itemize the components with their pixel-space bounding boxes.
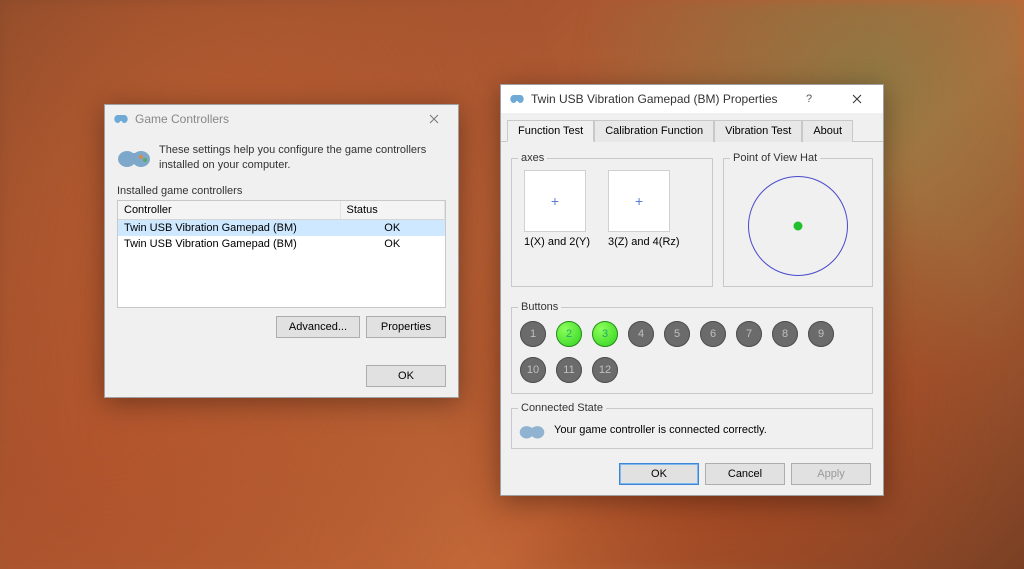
gamepad-large-icon [117, 143, 151, 169]
axes-xy: + 1(X) and 2(Y) [524, 170, 590, 248]
cancel-button[interactable]: Cancel [705, 463, 785, 485]
controller-button-3: 3 [592, 321, 618, 347]
controller-button-8: 8 [772, 321, 798, 347]
advanced-button[interactable]: Advanced... [276, 316, 360, 338]
window-title: Game Controllers [135, 112, 408, 126]
controller-status: OK [340, 236, 444, 252]
tab-calibration[interactable]: Calibration Function [594, 120, 714, 142]
installed-controllers-group: Installed game controllers Controller St… [117, 185, 446, 308]
help-text: These settings help you configure the ga… [159, 143, 446, 173]
gamepad-icon [509, 91, 525, 107]
controller-button-5: 5 [664, 321, 690, 347]
table-row[interactable]: Twin USB Vibration Gamepad (BM)OK [118, 219, 445, 236]
gamepad-icon [113, 111, 129, 127]
ok-button[interactable]: OK [619, 463, 699, 485]
controller-button-12: 12 [592, 357, 618, 383]
gamepad-properties-dialog: Twin USB Vibration Gamepad (BM) Properti… [500, 84, 884, 496]
axes-legend: axes [518, 152, 547, 164]
dialog-body: These settings help you configure the ga… [105, 133, 458, 348]
controller-name: Twin USB Vibration Gamepad (BM) [118, 236, 340, 252]
axes-zrz: + 3(Z) and 4(Rz) [608, 170, 680, 248]
pov-indicator [748, 176, 848, 276]
ok-button[interactable]: OK [366, 365, 446, 387]
controllers-listview[interactable]: Controller Status Twin USB Vibration Gam… [117, 200, 446, 308]
tab-about[interactable]: About [802, 120, 853, 142]
axes-zrz-label: 3(Z) and 4(Rz) [608, 236, 680, 248]
crosshair-icon: + [635, 194, 643, 208]
column-header-controller[interactable]: Controller [118, 201, 340, 220]
tab-function-test[interactable]: Function Test [507, 120, 594, 142]
controller-button-4: 4 [628, 321, 654, 347]
controller-button-2: 2 [556, 321, 582, 347]
titlebar[interactable]: Game Controllers [105, 105, 458, 133]
titlebar[interactable]: Twin USB Vibration Gamepad (BM) Properti… [501, 85, 883, 113]
pov-dot-icon [794, 222, 803, 231]
axes-group: axes + 1(X) and 2(Y) + 3(Z) and 4(Rz) [511, 152, 713, 287]
crosshair-icon: + [551, 194, 559, 208]
controller-button-7: 7 [736, 321, 762, 347]
pov-legend: Point of View Hat [730, 152, 820, 164]
controller-button-9: 9 [808, 321, 834, 347]
controller-status: OK [340, 219, 444, 236]
table-row[interactable]: Twin USB Vibration Gamepad (BM)OK [118, 236, 445, 252]
connected-legend: Connected State [518, 402, 606, 414]
close-button[interactable] [835, 85, 879, 113]
help-button[interactable]: ? [789, 85, 829, 113]
axes-xy-label: 1(X) and 2(Y) [524, 236, 590, 248]
window-title: Twin USB Vibration Gamepad (BM) Properti… [531, 92, 783, 106]
close-button[interactable] [414, 105, 454, 133]
buttons-group: Buttons 123456789101112 [511, 301, 873, 394]
controller-button-6: 6 [700, 321, 726, 347]
controller-button-10: 10 [520, 357, 546, 383]
controller-name: Twin USB Vibration Gamepad (BM) [118, 219, 340, 236]
column-header-status[interactable]: Status [340, 201, 444, 220]
properties-button[interactable]: Properties [366, 316, 446, 338]
buttons-legend: Buttons [518, 301, 561, 313]
controller-button-1: 1 [520, 321, 546, 347]
tabpage-function-test: axes + 1(X) and 2(Y) + 3(Z) and 4(Rz) Po… [501, 142, 883, 465]
connected-state-group: Connected State Your game controller is … [511, 402, 873, 449]
apply-button[interactable]: Apply [791, 463, 871, 485]
gamepad-icon [518, 420, 546, 440]
connected-text: Your game controller is connected correc… [554, 424, 767, 436]
game-controllers-dialog: Game Controllers These settings help you… [104, 104, 459, 398]
controller-button-11: 11 [556, 357, 582, 383]
tab-vibration[interactable]: Vibration Test [714, 120, 802, 142]
tabstrip: Function Test Calibration Function Vibra… [501, 113, 883, 142]
installed-controllers-legend: Installed game controllers [117, 185, 242, 197]
pov-group: Point of View Hat [723, 152, 873, 287]
